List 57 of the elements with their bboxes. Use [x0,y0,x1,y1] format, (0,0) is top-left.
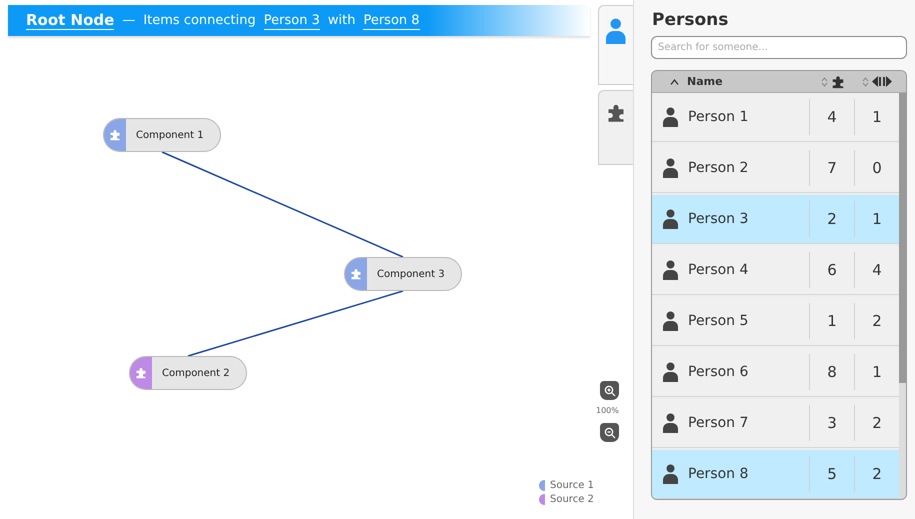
component-count: 5 [809,456,854,492]
person-name: Person 5 [688,313,748,329]
zoom-out-button[interactable] [600,423,619,442]
component-count: 7 [809,150,854,186]
zoom-out-icon [604,426,616,438]
header-text: Items connecting [143,13,256,28]
separator: — [122,13,136,28]
puzzle-icon [606,103,626,123]
node-label: Component 3 [376,268,445,280]
person-name: Person 4 [688,262,748,278]
person-name: Person 7 [688,415,748,431]
puzzle-icon [350,268,362,280]
zoom-in-icon [604,384,616,396]
person-icon [663,107,678,127]
component-count: 4 [809,99,854,135]
puzzle-icon [135,367,147,379]
component-count: 3 [809,405,854,441]
puzzle-icon [109,129,121,141]
legend-label: Source 2 [550,494,594,505]
person-icon [663,362,678,382]
person-icon [663,464,678,484]
component-node[interactable]: Component 2 [129,356,247,390]
component-count: 2 [809,201,854,237]
legend-label: Source 1 [550,480,594,491]
person-icon [663,260,678,280]
person-icon [663,158,678,178]
person-name: Person 1 [688,109,748,125]
name-column-header[interactable]: Name [652,71,811,92]
person-row[interactable]: Person 8 5 2 [652,450,899,499]
component-node[interactable]: Component 3 [344,257,462,291]
header-text: with [328,13,356,28]
node-label: Component 1 [135,130,204,140]
sort-icon [821,76,828,88]
person-name: Person 6 [688,364,748,380]
person-icon [663,209,678,229]
person-icon [663,311,678,331]
components-tab[interactable] [598,90,633,165]
scrollbar[interactable] [899,93,906,499]
persons-tab[interactable] [598,5,633,85]
connector-icon [872,76,892,87]
zoom-in-button[interactable] [600,381,619,400]
sort-icon [862,76,869,88]
person-row[interactable]: Person 3 2 1 [652,195,899,244]
person-name: Person 2 [688,160,748,176]
component-count: 6 [809,252,854,288]
person-icon [606,18,626,44]
component-node[interactable]: Component 1 [103,118,221,152]
person-icon [663,413,678,433]
person-name: Person 8 [688,466,748,482]
panel-title: Persons [652,10,730,30]
search-field[interactable]: Search for someone... [651,36,907,59]
zoom-level: 100% [596,406,619,415]
puzzle-icon [831,74,845,88]
component-count: 1 [809,303,854,339]
node-label: Component 2 [161,368,230,378]
person-name: Person 3 [688,211,748,227]
component-count: 8 [809,354,854,390]
